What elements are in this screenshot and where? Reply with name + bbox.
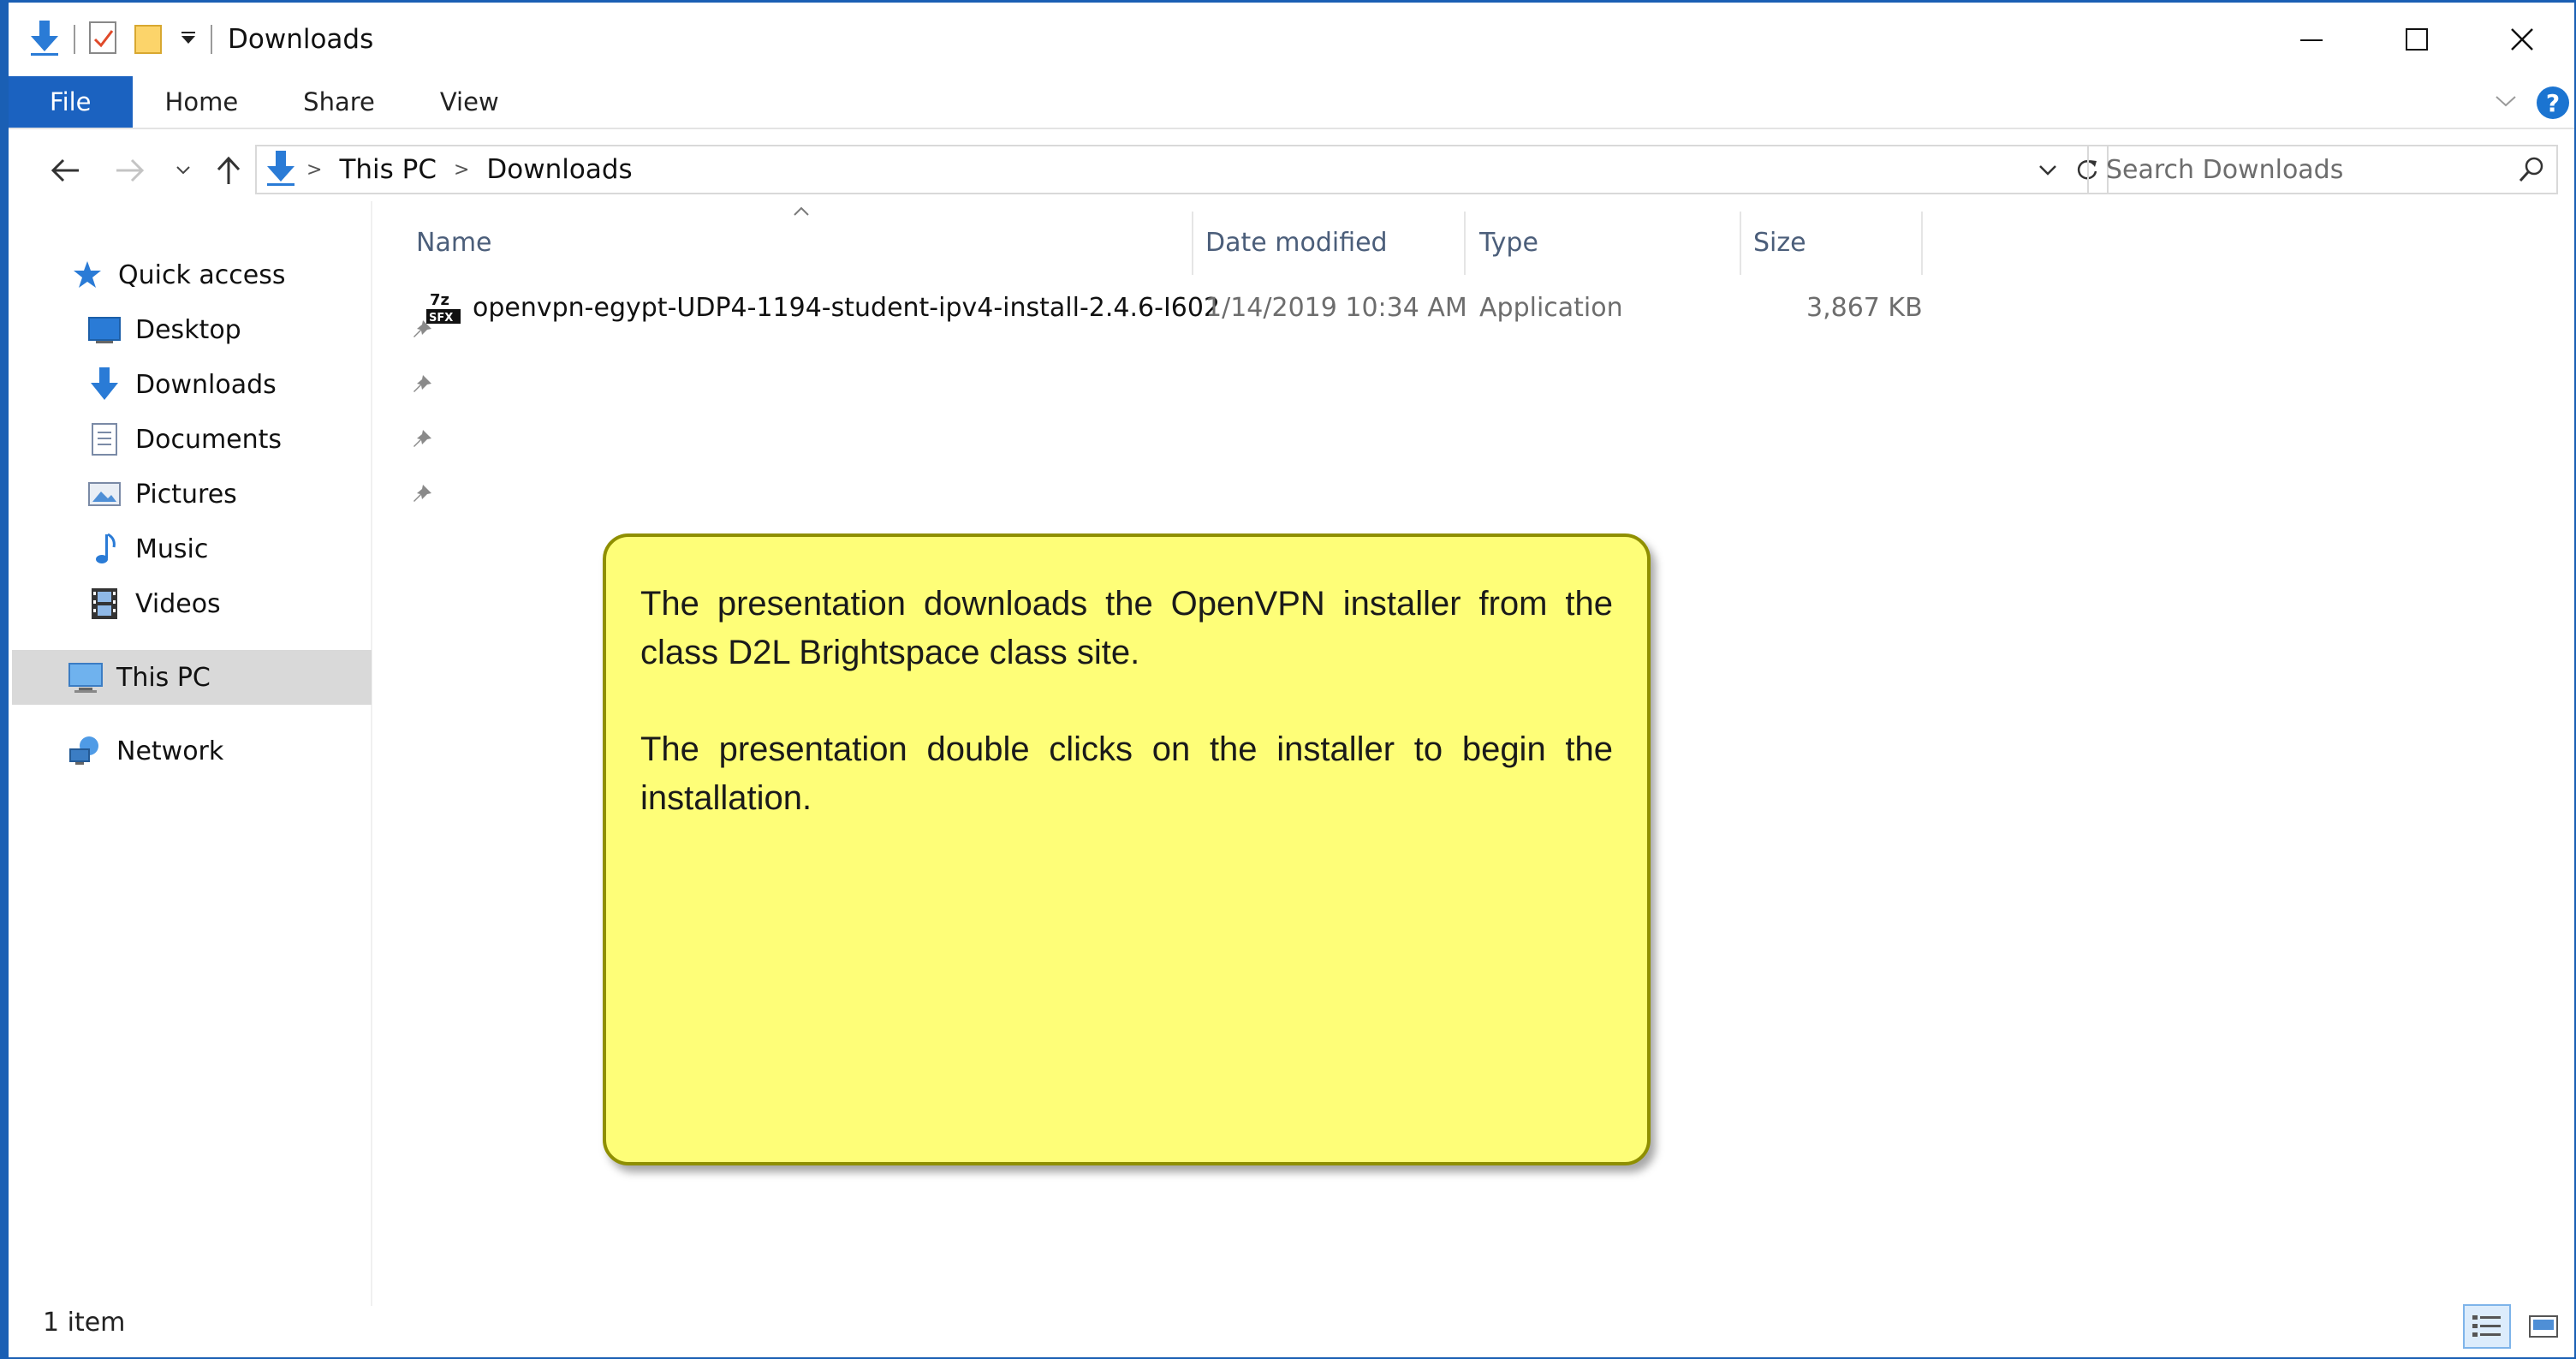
file-type: Application bbox=[1479, 292, 1623, 323]
title-bar: Downloads bbox=[9, 3, 2574, 76]
sidebar-item-label: Desktop bbox=[135, 314, 241, 345]
close-button[interactable] bbox=[2469, 3, 2574, 76]
sidebar-item-videos[interactable]: Videos bbox=[86, 578, 445, 629]
details-view-icon[interactable] bbox=[2463, 1304, 2511, 1349]
status-bar: 1 item bbox=[9, 1289, 2574, 1357]
sidebar-item-label: Quick access bbox=[118, 259, 286, 290]
breadcrumb-downloads[interactable]: Downloads bbox=[486, 154, 632, 185]
file-size: 3,867 KB bbox=[1806, 292, 1923, 323]
new-folder-icon[interactable] bbox=[132, 21, 166, 58]
column-header-label: Type bbox=[1479, 227, 1538, 258]
pin-icon[interactable] bbox=[411, 373, 433, 402]
sidebar-item-music[interactable]: Music bbox=[86, 523, 445, 575]
file-name: openvpn-egypt-UDP4-1194-student-ipv4-ins… bbox=[473, 292, 1221, 323]
pin-icon[interactable] bbox=[411, 427, 433, 457]
sidebar-item-this-pc[interactable]: This PC bbox=[12, 650, 372, 705]
sidebar-item-label: Music bbox=[135, 533, 209, 564]
sidebar-item-label: Documents bbox=[135, 424, 283, 455]
column-header-name[interactable]: Name bbox=[416, 215, 1187, 270]
address-bar[interactable]: > This PC > Downloads bbox=[255, 145, 2109, 194]
videos-icon bbox=[86, 585, 123, 623]
svg-text:SFX: SFX bbox=[429, 312, 453, 325]
qat-separator bbox=[211, 25, 212, 54]
downloads-location-icon bbox=[264, 149, 298, 190]
desktop-icon bbox=[86, 311, 123, 349]
computer-icon bbox=[67, 659, 104, 696]
maximize-button[interactable] bbox=[2364, 3, 2469, 76]
search-input[interactable]: Search Downloads bbox=[2087, 145, 2558, 194]
column-divider[interactable] bbox=[1740, 212, 1741, 275]
downloads-icon bbox=[86, 366, 123, 403]
forward-button[interactable] bbox=[104, 145, 156, 196]
view-switcher bbox=[2463, 1304, 2567, 1349]
column-divider[interactable] bbox=[1464, 212, 1466, 275]
expand-ribbon-icon[interactable] bbox=[2494, 92, 2518, 113]
sidebar-item-pictures[interactable]: Pictures bbox=[86, 468, 445, 520]
sidebar-item-label: Videos bbox=[135, 588, 221, 619]
column-header-label: Date modified bbox=[1205, 227, 1388, 258]
tab-view[interactable]: View bbox=[408, 76, 532, 128]
large-icons-view-icon[interactable] bbox=[2519, 1304, 2567, 1349]
documents-icon bbox=[86, 420, 123, 458]
window-controls bbox=[2258, 3, 2574, 76]
minimize-button[interactable] bbox=[2258, 3, 2364, 76]
item-count: 1 item bbox=[43, 1308, 126, 1338]
callout-note: The presentation downloads the OpenVPN i… bbox=[603, 533, 1651, 1165]
music-icon bbox=[86, 530, 123, 568]
column-header-label: Size bbox=[1753, 227, 1806, 258]
address-dropdown-icon[interactable] bbox=[2028, 146, 2067, 193]
sidebar-item-desktop[interactable]: Desktop bbox=[86, 304, 445, 355]
column-header-size[interactable]: Size bbox=[1753, 215, 1806, 270]
breadcrumb-this-pc[interactable]: This PC bbox=[339, 154, 437, 185]
qat-separator bbox=[74, 25, 75, 54]
sidebar-item-label: Pictures bbox=[135, 479, 237, 510]
recent-locations-icon[interactable] bbox=[166, 145, 200, 196]
explorer-window: Downloads File Home Share View ? > This … bbox=[0, 0, 2576, 1359]
sidebar-item-documents[interactable]: Documents bbox=[86, 414, 445, 465]
properties-icon[interactable] bbox=[87, 19, 120, 60]
pictures-icon bbox=[86, 475, 123, 513]
downloads-arrow-icon[interactable] bbox=[27, 19, 62, 60]
tab-share[interactable]: Share bbox=[271, 76, 408, 128]
breadcrumb-chevron-icon[interactable]: > bbox=[454, 159, 469, 181]
column-header-date[interactable]: Date modified bbox=[1205, 215, 1388, 270]
ribbon-tabs: File Home Share View ? bbox=[9, 76, 2574, 129]
sidebar-item-downloads[interactable]: Downloads bbox=[86, 359, 445, 410]
sidebar-item-label: Downloads bbox=[135, 369, 277, 400]
column-header-type[interactable]: Type bbox=[1479, 215, 1538, 270]
callout-paragraph: The presentation downloads the OpenVPN i… bbox=[640, 585, 1613, 671]
quick-access-toolbar bbox=[9, 3, 212, 76]
star-icon bbox=[68, 256, 106, 294]
callout-paragraph: The presentation double clicks on the in… bbox=[640, 730, 1613, 817]
navigation-bar: > This PC > Downloads Search Downloads bbox=[9, 140, 2574, 201]
tab-home[interactable]: Home bbox=[133, 76, 271, 128]
pin-icon[interactable] bbox=[411, 482, 433, 512]
column-divider[interactable] bbox=[1921, 212, 1923, 275]
file-date: 1/14/2019 10:34 AM bbox=[1205, 292, 1467, 323]
network-icon bbox=[67, 732, 104, 770]
customize-qat-icon[interactable] bbox=[178, 27, 199, 51]
file-row[interactable]: 7z SFX openvpn-egypt-UDP4-1194-student-ip… bbox=[416, 282, 1923, 333]
ribbon-right: ? bbox=[2494, 76, 2574, 129]
sidebar-item-network[interactable]: Network bbox=[67, 725, 426, 777]
tab-file[interactable]: File bbox=[9, 76, 133, 128]
navigation-pane: Quick access Desktop Downloads Documents bbox=[9, 201, 431, 1306]
column-divider[interactable] bbox=[1192, 212, 1193, 275]
help-icon[interactable]: ? bbox=[2537, 86, 2569, 119]
window-title: Downloads bbox=[228, 24, 374, 55]
search-placeholder: Search Downloads bbox=[2106, 154, 2344, 185]
svg-text:7z: 7z bbox=[430, 291, 449, 309]
sidebar-item-label: This PC bbox=[116, 662, 211, 693]
column-header-label: Name bbox=[416, 227, 492, 258]
breadcrumb-chevron-icon[interactable]: > bbox=[306, 159, 322, 181]
7z-sfx-icon: 7z SFX bbox=[425, 282, 462, 333]
sidebar-item-label: Network bbox=[116, 736, 224, 766]
search-icon[interactable] bbox=[2517, 155, 2546, 191]
up-button[interactable] bbox=[207, 145, 250, 196]
sidebar-item-quick-access[interactable]: Quick access bbox=[68, 249, 428, 301]
back-button[interactable] bbox=[39, 145, 91, 196]
